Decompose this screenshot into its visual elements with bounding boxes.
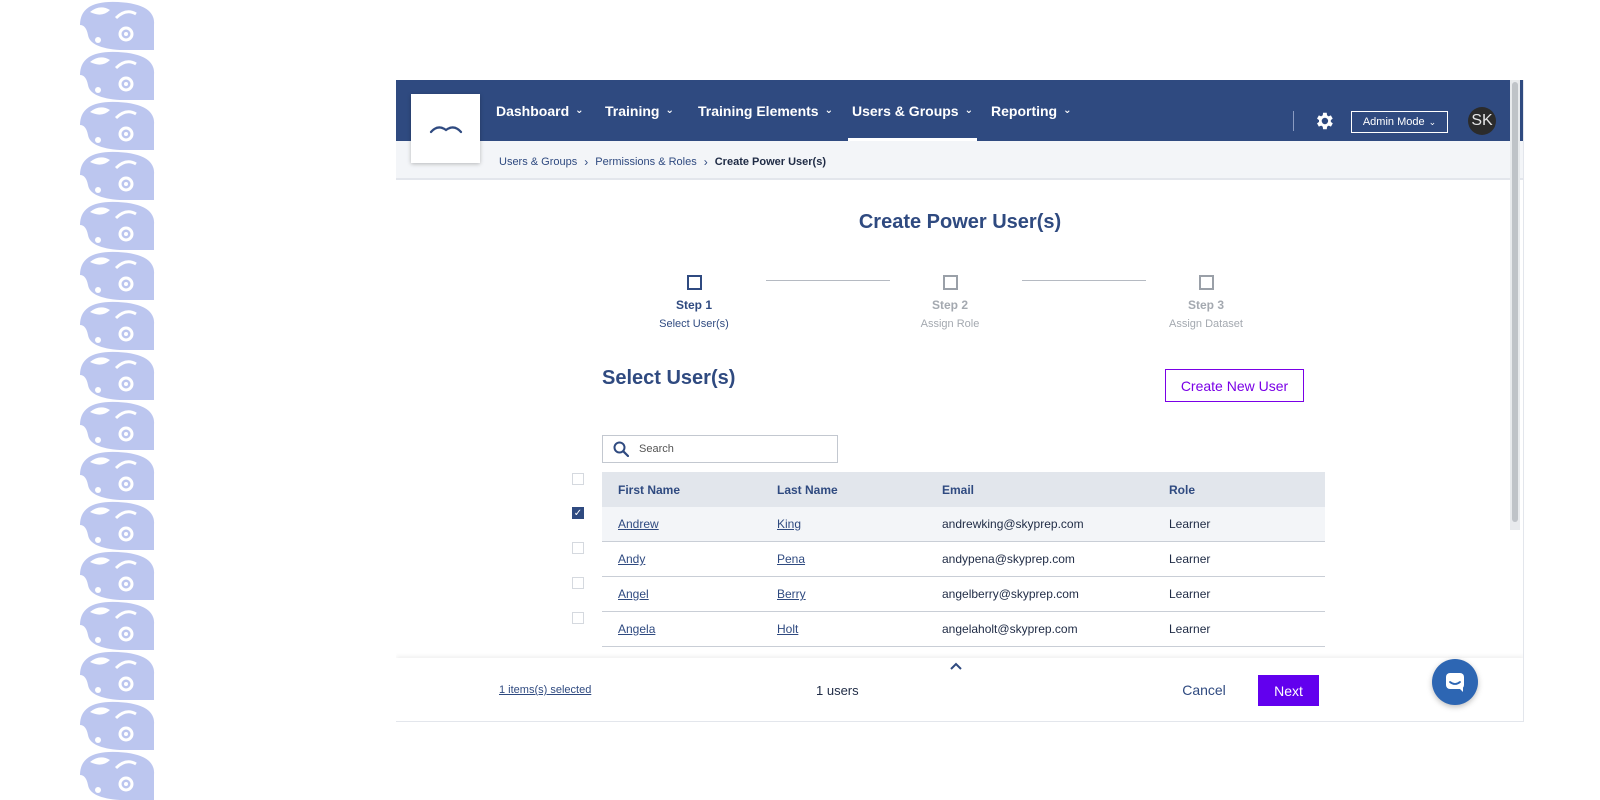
nav-item-users-groups[interactable]: Users & Groups ⌄ [848, 80, 977, 141]
table-header: First Name Last Name Email Role [602, 472, 1325, 507]
step-checkbox-icon [686, 275, 702, 290]
top-navigation-bar: Dashboard ⌄ Training ⌄ Training Elements… [396, 80, 1523, 141]
step-checkbox-icon [1198, 275, 1214, 290]
nav-label: Training [605, 102, 660, 119]
column-header-last-name[interactable]: Last Name [761, 483, 926, 497]
email-cell: angelberry@skyprep.com [942, 587, 1079, 601]
nav-label: Reporting [991, 102, 1058, 119]
nav-item-reporting[interactable]: Reporting ⌄ [991, 80, 1072, 141]
table-row[interactable]: Angela Holt angelaholt@skyprep.com Learn… [602, 612, 1325, 647]
email-cell: angelaholt@skyprep.com [942, 622, 1078, 636]
last-name-link[interactable]: Berry [777, 587, 806, 601]
scrollbar-thumb[interactable] [1512, 82, 1518, 522]
nav-item-training[interactable]: Training ⌄ [605, 80, 674, 141]
nav-label: Users & Groups [852, 102, 959, 119]
cancel-button[interactable]: Cancel [1174, 675, 1234, 705]
step-1: Step 1 Select User(s) [624, 275, 764, 330]
search-icon [613, 441, 629, 457]
step-checkbox-icon [942, 275, 958, 290]
first-name-link[interactable]: Andrew [618, 517, 659, 531]
breadcrumb: Users & Groups › Permissions & Roles › C… [499, 155, 826, 169]
items-selected-link[interactable]: 1 items(s) selected [499, 684, 591, 696]
chevron-right-icon: › [703, 155, 708, 169]
breadcrumb-permissions-roles[interactable]: Permissions & Roles [595, 156, 696, 168]
chevron-down-icon: ⌄ [1428, 116, 1437, 127]
next-button[interactable]: Next [1258, 675, 1319, 706]
vertical-scrollbar[interactable] [1510, 80, 1520, 530]
step-2: Step 2 Assign Role [880, 275, 1020, 330]
admin-mode-dropdown[interactable]: Admin Mode ⌄ [1351, 111, 1448, 133]
row-checkbox[interactable] [572, 577, 584, 589]
chevron-down-icon: ⌄ [824, 105, 833, 116]
footer-bar: 1 items(s) selected 1 users Cancel Next [396, 658, 1523, 721]
select-all-checkbox[interactable] [572, 473, 584, 485]
pattern-graphic [80, 0, 156, 800]
search-box [602, 435, 838, 463]
table-row[interactable]: Andrew King andrewking@skyprep.com Learn… [602, 507, 1325, 542]
users-count: 1 users [816, 683, 859, 698]
last-name-link[interactable]: Pena [777, 552, 805, 566]
chevron-down-icon: ⌄ [1063, 105, 1072, 116]
chevron-down-icon: ⌄ [665, 105, 674, 116]
role-cell: Learner [1169, 552, 1211, 566]
email-cell: andypena@skyprep.com [942, 552, 1075, 566]
table-row[interactable]: Andy Pena andypena@skyprep.com Learner [602, 542, 1325, 577]
table-row[interactable]: Angel Berry angelberry@skyprep.com Learn… [602, 577, 1325, 612]
create-new-user-button[interactable]: Create New User [1165, 369, 1304, 402]
first-name-link[interactable]: Andy [618, 552, 645, 566]
role-cell: Learner [1169, 587, 1211, 601]
last-name-link[interactable]: Holt [777, 622, 798, 636]
step-title: Step 3 [1187, 298, 1224, 312]
logo[interactable] [411, 94, 480, 163]
nav-divider [1293, 111, 1294, 131]
users-table: First Name Last Name Email Role Andrew K… [602, 472, 1325, 647]
step-subtitle: Select User(s) [659, 318, 729, 330]
step-3: Step 3 Assign Dataset [1136, 275, 1276, 330]
breadcrumb-current: Create Power User(s) [714, 156, 827, 168]
step-title: Step 1 [675, 298, 712, 312]
nav-label: Training Elements [698, 102, 819, 119]
step-connector [766, 280, 890, 281]
first-name-link[interactable]: Angel [618, 587, 649, 601]
step-subtitle: Assign Dataset [1169, 318, 1243, 330]
column-header-first-name[interactable]: First Name [602, 483, 761, 497]
page-title: Create Power User(s) [858, 211, 1062, 233]
role-cell: Learner [1169, 517, 1211, 531]
nav-label: Dashboard [496, 102, 570, 119]
brand-logo-icon [429, 125, 462, 133]
row-checkbox[interactable] [572, 612, 584, 624]
section-title: Select User(s) [602, 367, 736, 389]
avatar[interactable]: SK [1468, 107, 1496, 135]
breadcrumb-users-groups[interactable]: Users & Groups [499, 156, 577, 168]
step-connector [1022, 280, 1146, 281]
chat-icon [1446, 673, 1464, 692]
step-subtitle: Assign Role [920, 318, 980, 330]
chevron-right-icon: › [584, 155, 589, 169]
decorative-pattern-strip [80, 0, 156, 800]
role-cell: Learner [1169, 622, 1211, 636]
first-name-link[interactable]: Angela [618, 622, 655, 636]
row-checkbox[interactable] [572, 542, 584, 554]
search-input[interactable] [639, 443, 819, 455]
last-name-link[interactable]: King [777, 517, 801, 531]
column-header-role[interactable]: Role [1153, 483, 1325, 497]
email-cell: andrewking@skyprep.com [942, 517, 1084, 531]
step-title: Step 2 [931, 298, 968, 312]
chevron-up-icon[interactable] [946, 658, 966, 674]
breadcrumb-bar: Users & Groups › Permissions & Roles › C… [396, 141, 1523, 180]
gear-icon[interactable] [1313, 110, 1335, 132]
chevron-down-icon: ⌄ [964, 105, 973, 116]
admin-mode-label: Admin Mode [1362, 116, 1425, 128]
column-header-email[interactable]: Email [926, 483, 1153, 497]
chat-support-button[interactable] [1432, 659, 1478, 705]
nav-item-dashboard[interactable]: Dashboard ⌄ [496, 80, 584, 141]
row-checkbox[interactable]: ✓ [572, 507, 584, 519]
app-window: Dashboard ⌄ Training ⌄ Training Elements… [396, 80, 1524, 722]
chevron-down-icon: ⌄ [575, 105, 584, 116]
nav-item-training-elements[interactable]: Training Elements ⌄ [698, 80, 833, 141]
avatar-initials: SK [1471, 112, 1493, 129]
